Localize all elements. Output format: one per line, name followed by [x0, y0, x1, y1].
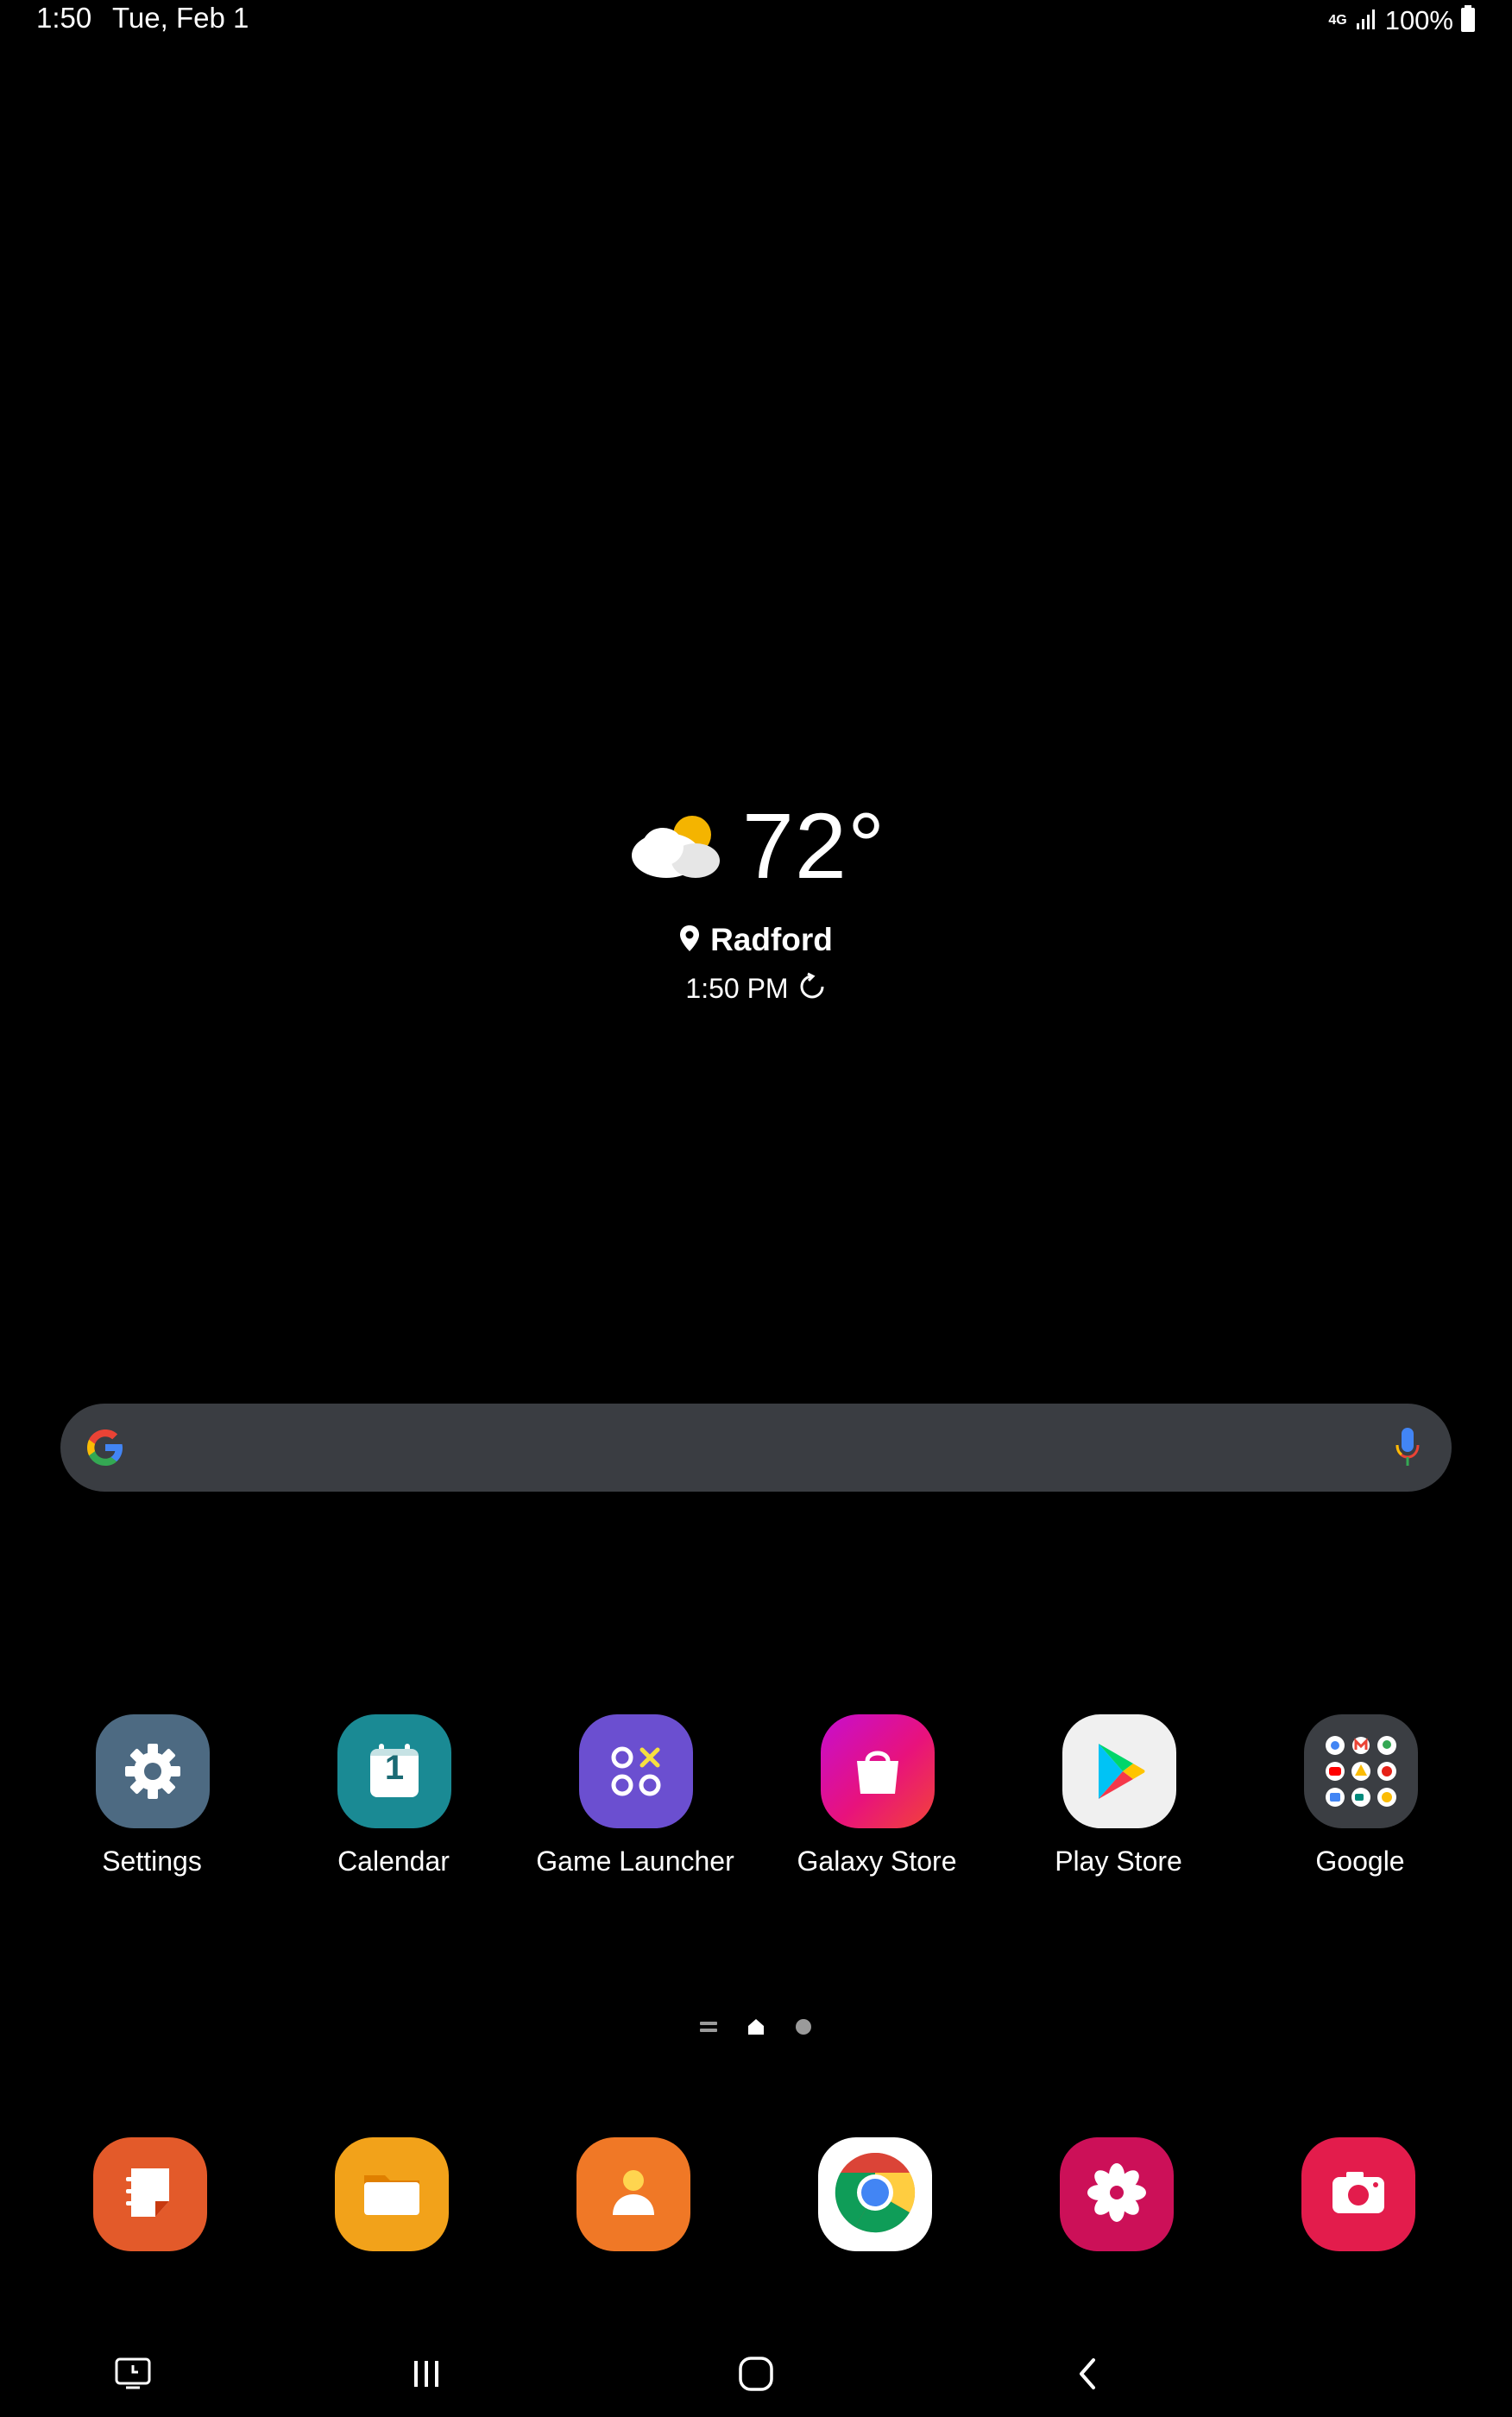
dock-samsung-notes[interactable] [93, 2137, 207, 2251]
chrome-icon [832, 2149, 918, 2240]
app-label: Calendar [337, 1846, 450, 1877]
signal-icon [1356, 8, 1378, 35]
folder-icon [357, 2158, 426, 2231]
google-search-bar[interactable] [60, 1404, 1452, 1492]
dock-my-files[interactable] [335, 2137, 449, 2251]
menu-lines-icon[interactable] [700, 2020, 717, 2038]
weather-widget[interactable]: 72° Radford 1:50 PM [0, 794, 1512, 1019]
app-label: Settings [102, 1846, 202, 1877]
game-launcher-icon [579, 1714, 693, 1828]
calendar-day: 1 [384, 1749, 405, 1787]
search-input[interactable] [155, 1421, 1350, 1474]
contact-person-icon [599, 2158, 668, 2231]
app-settings[interactable]: Settings [48, 1714, 255, 1887]
recent-apps-icon[interactable] [392, 2348, 461, 2400]
weather-location: Radford [710, 922, 833, 957]
partly-cloudy-icon [627, 805, 723, 887]
battery-icon [1460, 4, 1476, 37]
calendar-icon: 1 [337, 1714, 451, 1828]
weather-temperature-row: 72° [0, 794, 1512, 898]
status-date: Tue, Feb 1 [112, 2, 249, 34]
google-folder-icon [1304, 1714, 1418, 1828]
page-indicator[interactable] [0, 2011, 1512, 2046]
back-icon[interactable] [1053, 2348, 1122, 2400]
app-label: Play Store [1055, 1846, 1182, 1877]
home-icon[interactable] [747, 2017, 765, 2041]
app-label: Galaxy Store [797, 1846, 957, 1877]
app-calendar[interactable]: 1 Calendar [290, 1714, 497, 1887]
battery-percentage: 100% [1384, 5, 1453, 35]
app-galaxy-store[interactable]: Galaxy Store [773, 1714, 980, 1887]
shopping-bag-icon [821, 1714, 935, 1828]
weather-location-row: Radford [0, 922, 1512, 958]
dock-contacts[interactable] [576, 2137, 690, 2251]
app-label: Google [1315, 1846, 1405, 1877]
settings-gear-icon [96, 1714, 210, 1828]
status-time: 1:50 [36, 2, 92, 34]
app-game-launcher[interactable]: Game Launcher [532, 1714, 739, 1887]
refresh-icon[interactable] [797, 972, 827, 1006]
camera-icon [1324, 2158, 1393, 2231]
app-play-store[interactable]: Play Store [1015, 1714, 1222, 1887]
weather-temperature: 72° [741, 793, 886, 898]
navigation-bar [0, 2331, 1512, 2417]
google-g-icon [83, 1425, 128, 1470]
mic-icon[interactable] [1395, 1426, 1421, 1469]
weather-update-row: 1:50 PM [0, 972, 1512, 1006]
dock-camera[interactable] [1301, 2137, 1415, 2251]
app-google-folder[interactable]: Google [1257, 1714, 1464, 1887]
status-bar: 1:50 Tue, Feb 1 4G 100% [0, 0, 1512, 43]
flower-icon [1082, 2158, 1151, 2231]
dock-chrome[interactable] [818, 2137, 932, 2251]
home-button-icon[interactable] [721, 2348, 791, 2400]
dock-gallery[interactable] [1060, 2137, 1174, 2251]
notes-icon [116, 2158, 185, 2231]
network-4g-icon: 4G [1328, 13, 1347, 28]
location-pin-icon [679, 925, 700, 956]
status-right-group: 4G 100% [1328, 3, 1476, 38]
dot-icon[interactable] [795, 2018, 812, 2040]
weather-updated-time: 1:50 PM [685, 973, 789, 1004]
play-store-icon [1062, 1714, 1176, 1828]
app-label: Game Launcher [536, 1846, 734, 1877]
recent-screen-icon[interactable] [98, 2348, 167, 2400]
